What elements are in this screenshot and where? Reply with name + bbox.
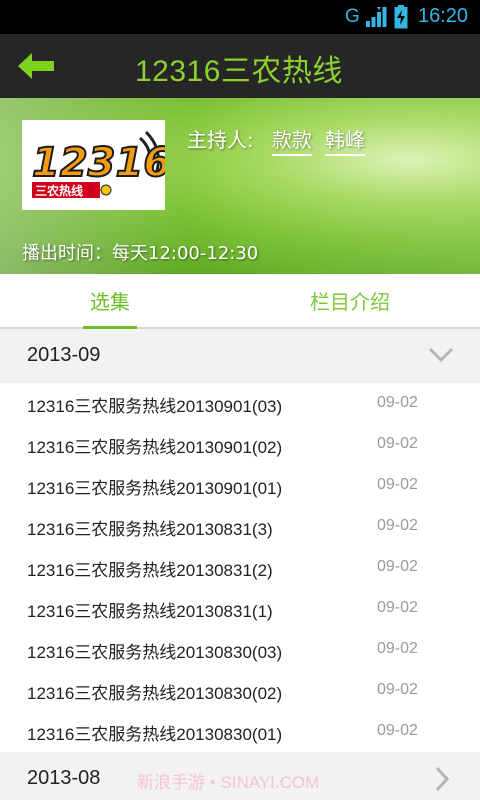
episode-date: 09-02 [377,394,418,411]
arrow-left-icon [18,53,54,79]
list-item[interactable]: 12316三农服务热线20130901(01) 09-02 [0,465,480,506]
svg-text:12316: 12316 [32,140,165,186]
episode-date: 09-02 [377,681,418,698]
battery-charging-icon [394,5,408,29]
list-item[interactable]: 12316三农服务热线20130830(02) 09-02 [0,670,480,711]
month-label: 2013-09 [27,344,101,366]
svg-text:三农热线: 三农热线 [35,183,83,198]
host-link-kuankuan[interactable]: 款款 [272,124,312,156]
list-item[interactable]: 12316三农服务热线20130831(2) 09-02 [0,547,480,588]
signal-icon [366,7,387,27]
host-label: 主持人: [187,128,254,152]
chevron-down-icon [428,347,454,363]
clock: 16:20 [418,5,469,27]
episode-name: 12316三农服务热线20130831(3) [27,520,273,539]
episode-list: 12316三农服务热线20130901(03) 09-02 12316三农服务热… [0,383,480,752]
watermark: 新浪手游 • SINAYI.COM [137,773,320,792]
page-title: 12316三农热线 [135,55,343,88]
network-type: G [345,6,360,27]
list-item[interactable]: 12316三农服务热线20130901(02) 09-02 [0,424,480,465]
list-item[interactable]: 12316三农服务热线20130901(03) 09-02 [0,383,480,424]
tab-bar: 选集 栏目介绍 [0,274,480,329]
episode-name: 12316三农服务热线20130901(02) [27,438,283,457]
episode-date: 09-02 [377,476,418,493]
back-button[interactable] [12,44,60,88]
chevron-right-icon [435,766,450,792]
episode-name: 12316三农服务热线20130830(03) [27,643,283,662]
list-item[interactable]: 12316三农服务热线20130831(1) 09-02 [0,588,480,629]
tab-episodes-label: 选集 [90,290,130,314]
episode-date: 09-02 [377,558,418,575]
status-bar: G 16:20 [0,0,480,34]
episode-name: 12316三农服务热线20130831(2) [27,561,273,580]
episode-name: 12316三农服务热线20130830(02) [27,684,283,703]
tab-program-intro-label: 栏目介绍 [310,290,390,314]
month-label: 2013-08 [27,767,101,789]
episode-name: 12316三农服务热线20130831(1) [27,602,273,621]
episode-name: 12316三农服务热线20130901(01) [27,479,283,498]
episode-name: 12316三农服务热线20130901(03) [27,397,283,416]
month-header-2013-09[interactable]: 2013-09 [0,329,480,383]
program-header: 12316 三农热线 主持人: 款款 韩峰 播出时间：每天12:00-12:30 [0,98,480,274]
episode-date: 09-02 [377,640,418,657]
program-logo-image: 12316 三农热线 [31,130,172,198]
list-item[interactable]: 12316三农服务热线20130830(03) 09-02 [0,629,480,670]
list-item[interactable]: 12316三农服务热线20130830(01) 09-02 [0,711,480,752]
program-logo: 12316 三农热线 [22,120,172,210]
tab-program-intro[interactable]: 栏目介绍 [300,274,400,327]
list-item[interactable]: 12316三农服务热线20130831(3) 09-02 [0,506,480,547]
episode-date: 09-02 [377,517,418,534]
episode-date: 09-02 [377,722,418,739]
title-bar: 12316三农热线 [0,34,480,98]
tab-episodes[interactable]: 选集 [83,274,137,329]
host-link-hanfeng[interactable]: 韩峰 [325,124,365,156]
episode-date: 09-02 [377,599,418,616]
air-time: 播出时间：每天12:00-12:30 [22,243,259,264]
episode-name: 12316三农服务热线20130830(01) [27,725,283,744]
episode-date: 09-02 [377,435,418,452]
